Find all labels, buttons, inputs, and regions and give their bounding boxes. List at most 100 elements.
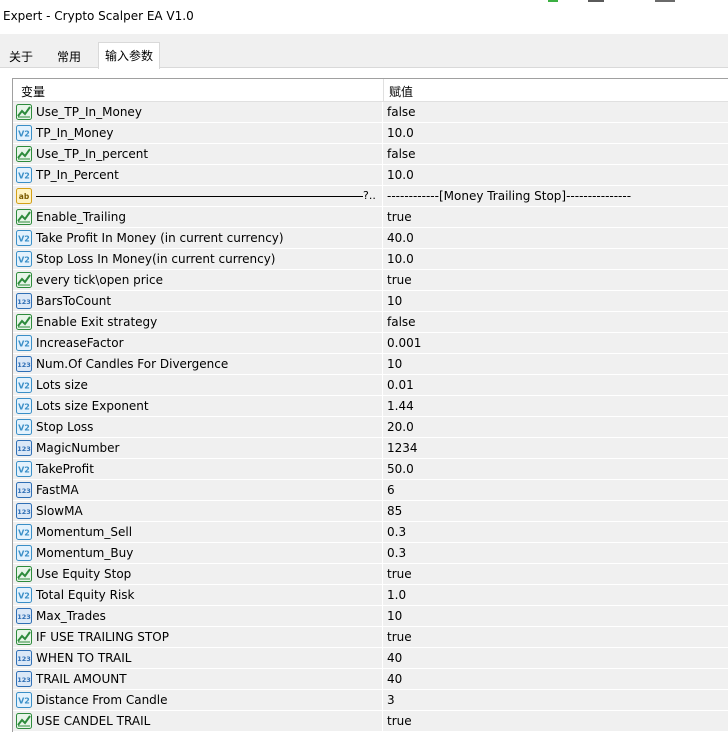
param-row[interactable]: V2 TP_In_Money 10.0 xyxy=(13,123,728,144)
param-name-cell[interactable]: Enable_Trailing xyxy=(13,207,382,227)
param-row[interactable]: 123 MagicNumber 1234 xyxy=(13,438,728,459)
param-row[interactable]: V2 Lots size Exponent 1.44 xyxy=(13,396,728,417)
param-name-cell[interactable]: V2 Momentum_Buy xyxy=(13,543,382,563)
param-value-cell[interactable]: false xyxy=(383,312,728,332)
param-name-cell[interactable]: V2 Stop Loss In Money(in current currency… xyxy=(13,249,382,269)
param-value-cell[interactable]: true xyxy=(383,711,728,731)
param-value-cell[interactable]: 85 xyxy=(383,501,728,521)
param-row[interactable]: V2 TP_In_Percent 10.0 xyxy=(13,165,728,186)
param-name-cell[interactable]: V2 Lots size Exponent xyxy=(13,396,382,416)
tab-about[interactable]: 关于 xyxy=(2,45,40,67)
param-row[interactable]: V2 Momentum_Sell 0.3 xyxy=(13,522,728,543)
param-row[interactable]: Enable Exit strategy false xyxy=(13,312,728,333)
header-separator[interactable] xyxy=(383,79,384,101)
param-value-cell[interactable]: 10 xyxy=(383,291,728,311)
param-name-cell[interactable]: V2 TP_In_Percent xyxy=(13,165,382,185)
param-name-cell[interactable]: Use_TP_In_percent xyxy=(13,144,382,164)
param-row[interactable]: Use Equity Stop true xyxy=(13,564,728,585)
param-name-cell[interactable]: V2 Lots size xyxy=(13,375,382,395)
param-row[interactable]: Enable_Trailing true xyxy=(13,207,728,228)
param-value-cell[interactable]: true xyxy=(383,207,728,227)
param-value-cell[interactable]: 50.0 xyxy=(383,459,728,479)
param-name-cell[interactable]: Enable Exit strategy xyxy=(13,312,382,332)
param-value: 85 xyxy=(387,504,403,518)
param-value-cell[interactable]: 10.0 xyxy=(383,165,728,185)
param-name-cell[interactable]: V2 Distance From Candle xyxy=(13,690,382,710)
param-value: 10.0 xyxy=(387,126,414,140)
param-value-cell[interactable]: 20.0 xyxy=(383,417,728,437)
param-value-cell[interactable]: 40 xyxy=(383,648,728,668)
param-row[interactable]: V2 Stop Loss 20.0 xyxy=(13,417,728,438)
param-name-cell[interactable]: 123 SlowMA xyxy=(13,501,382,521)
param-row[interactable]: V2 Stop Loss In Money(in current currency… xyxy=(13,249,728,270)
param-name-cell[interactable]: 123 BarsToCount xyxy=(13,291,382,311)
param-row[interactable]: V2 Take Profit In Money (in current curre… xyxy=(13,228,728,249)
param-value-cell[interactable]: 0.3 xyxy=(383,543,728,563)
param-value-cell[interactable]: 1234 xyxy=(383,438,728,458)
param-row[interactable]: V2 IncreaseFactor 0.001 xyxy=(13,333,728,354)
param-value-cell[interactable]: 40 xyxy=(383,669,728,689)
param-name-cell[interactable]: V2 TakeProfit xyxy=(13,459,382,479)
param-row[interactable]: 123 Max_Trades 10 xyxy=(13,606,728,627)
param-name-cell[interactable]: 123 FastMA xyxy=(13,480,382,500)
param-name-cell[interactable]: V2 Take Profit In Money (in current curre… xyxy=(13,228,382,248)
param-value-cell[interactable]: 10.0 xyxy=(383,249,728,269)
param-value-cell[interactable]: 0.01 xyxy=(383,375,728,395)
param-row[interactable]: IF USE TRAILING STOP true xyxy=(13,627,728,648)
param-row[interactable]: V2 Momentum_Buy 0.3 xyxy=(13,543,728,564)
param-row[interactable]: V2 Distance From Candle 3 xyxy=(13,690,728,711)
param-value-cell[interactable]: 1.0 xyxy=(383,585,728,605)
param-name-cell[interactable]: IF USE TRAILING STOP xyxy=(13,627,382,647)
param-row[interactable]: 123 Num.Of Candles For Divergence 10 xyxy=(13,354,728,375)
tab-inputs[interactable]: 输入参数 xyxy=(98,42,160,69)
param-name-cell[interactable]: 123 MagicNumber xyxy=(13,438,382,458)
param-row[interactable]: every tick\open price true xyxy=(13,270,728,291)
param-row[interactable]: V2 Lots size 0.01 xyxy=(13,375,728,396)
param-row[interactable]: ab?.. ------------[Money Trailing Stop]--… xyxy=(13,186,728,207)
param-value-cell[interactable]: true xyxy=(383,627,728,647)
param-value-cell[interactable]: 3 xyxy=(383,690,728,710)
param-value-cell[interactable]: true xyxy=(383,564,728,584)
param-row[interactable]: 123 SlowMA 85 xyxy=(13,501,728,522)
param-row[interactable]: 123 BarsToCount 10 xyxy=(13,291,728,312)
param-value-cell[interactable]: ------------[Money Trailing Stop]-------… xyxy=(383,186,728,206)
param-name-cell[interactable]: Use Equity Stop xyxy=(13,564,382,584)
param-value-cell[interactable]: 10 xyxy=(383,606,728,626)
param-name-cell[interactable]: 123 TRAIL AMOUNT xyxy=(13,669,382,689)
param-name-cell[interactable]: V2 TP_In_Money xyxy=(13,123,382,143)
header-variable[interactable]: 变量 xyxy=(21,83,45,100)
param-name-cell[interactable]: 123 Num.Of Candles For Divergence xyxy=(13,354,382,374)
param-name: Num.Of Candles For Divergence xyxy=(36,357,229,371)
param-name-cell[interactable]: ab?.. xyxy=(13,186,382,206)
param-value-cell[interactable]: 1.44 xyxy=(383,396,728,416)
header-value[interactable]: 赋值 xyxy=(389,83,413,100)
param-name-cell[interactable]: 123 Max_Trades xyxy=(13,606,382,626)
param-name-cell[interactable]: V2 Momentum_Sell xyxy=(13,522,382,542)
param-value-cell[interactable]: 0.001 xyxy=(383,333,728,353)
param-value-cell[interactable]: 6 xyxy=(383,480,728,500)
param-value-cell[interactable]: 10.0 xyxy=(383,123,728,143)
param-name-cell[interactable]: V2 IncreaseFactor xyxy=(13,333,382,353)
param-row[interactable]: USE CANDEL TRAIL true xyxy=(13,711,728,732)
param-row[interactable]: V2 TakeProfit 50.0 xyxy=(13,459,728,480)
param-value-cell[interactable]: 0.3 xyxy=(383,522,728,542)
param-name-cell[interactable]: 123 WHEN TO TRAIL xyxy=(13,648,382,668)
param-name-cell[interactable]: USE CANDEL TRAIL xyxy=(13,711,382,731)
separator-line xyxy=(36,196,363,197)
param-row[interactable]: 123 WHEN TO TRAIL 40 xyxy=(13,648,728,669)
param-row[interactable]: Use_TP_In_Money false xyxy=(13,102,728,123)
param-value-cell[interactable]: true xyxy=(383,270,728,290)
param-name-cell[interactable]: V2 Total Equity Risk xyxy=(13,585,382,605)
param-row[interactable]: 123 TRAIL AMOUNT 40 xyxy=(13,669,728,690)
param-row[interactable]: V2 Total Equity Risk 1.0 xyxy=(13,585,728,606)
param-row[interactable]: 123 FastMA 6 xyxy=(13,480,728,501)
tab-common[interactable]: 常用 xyxy=(48,45,90,67)
param-name-cell[interactable]: V2 Stop Loss xyxy=(13,417,382,437)
param-name-cell[interactable]: Use_TP_In_Money xyxy=(13,102,382,122)
param-value-cell[interactable]: 10 xyxy=(383,354,728,374)
param-value-cell[interactable]: 40.0 xyxy=(383,228,728,248)
param-row[interactable]: Use_TP_In_percent false xyxy=(13,144,728,165)
param-name-cell[interactable]: every tick\open price xyxy=(13,270,382,290)
param-value-cell[interactable]: false xyxy=(383,102,728,122)
param-value-cell[interactable]: false xyxy=(383,144,728,164)
